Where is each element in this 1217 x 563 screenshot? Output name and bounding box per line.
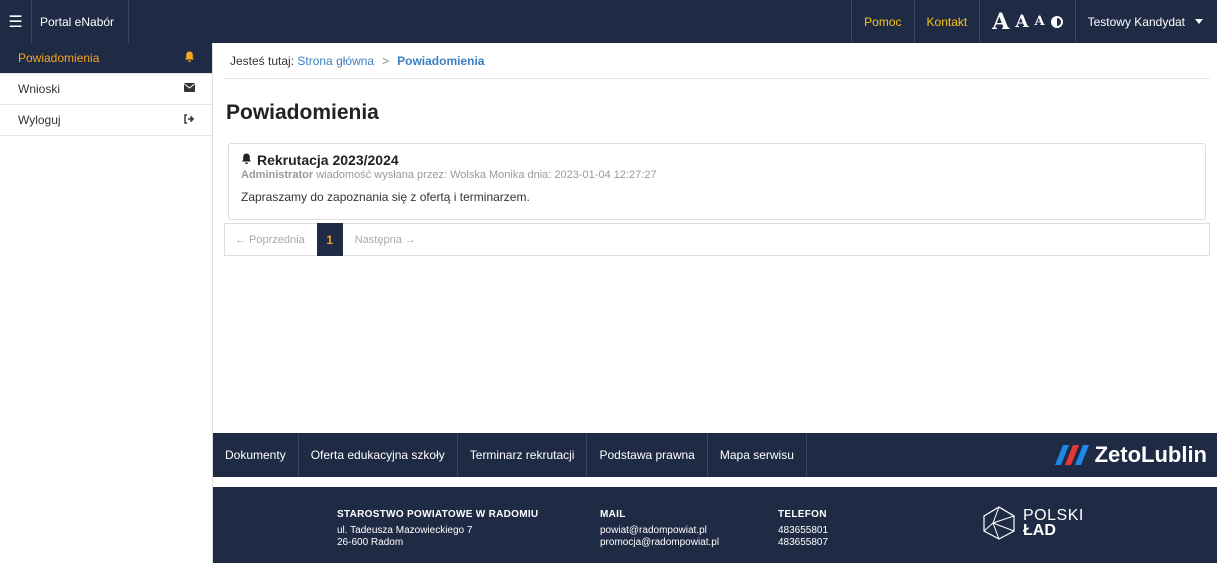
pagination-next-button[interactable]: Następna → <box>355 234 416 246</box>
user-name: Testowy Kandydat <box>1087 14 1185 29</box>
footer-mail-head: MAIL <box>600 509 626 520</box>
hamburger-menu-icon[interactable]: ☰ <box>0 0 32 43</box>
footer-info: STAROSTWO POWIATOWE W RADOMIU ul. Tadeus… <box>213 487 1217 563</box>
polski-lad-text: POLSKI ŁAD <box>1023 507 1084 539</box>
footer-mail-1[interactable]: powiat@radompowiat.pl <box>600 525 719 537</box>
footer-phone-column: TELEFON 483655801 483655807 <box>778 509 828 549</box>
footer-org-address1: ul. Tadeusza Mazowieckiego 7 <box>337 525 473 536</box>
polski-lad-top: POLSKI <box>1023 507 1084 524</box>
contact-link[interactable]: Kontakt <box>913 0 980 43</box>
help-link[interactable]: Pomoc <box>851 0 913 43</box>
sidebar-item-label: Powiadomienia <box>18 51 100 65</box>
footer-link-podstawa[interactable]: Podstawa prawna <box>587 433 708 477</box>
breadcrumb: Jesteś tutaj: Strona główna > Powiadomie… <box>224 43 1210 79</box>
footer-phone-2: 483655807 <box>778 537 829 548</box>
notification-card: Rekrutacja 2023/2024 Administrator wiado… <box>228 143 1206 220</box>
breadcrumb-home-link[interactable]: Strona główna <box>297 54 374 68</box>
brand-link[interactable]: Portal eNabór <box>32 0 130 43</box>
polski-lad-bottom: ŁAD <box>1023 522 1056 539</box>
bell-icon <box>241 152 252 168</box>
notification-title: Rekrutacja 2023/2024 <box>257 152 399 168</box>
zeto-logo-mark-icon <box>1054 445 1089 465</box>
footer-link-terminarz[interactable]: Terminarz rekrutacji <box>458 433 588 477</box>
footer-link-dokumenty[interactable]: Dokumenty <box>213 433 299 477</box>
accessibility-controls: A A A <box>979 0 1074 43</box>
footer-mail-column: MAIL powiat@radompowiat.pl promocja@rado… <box>600 509 719 549</box>
notification-title-row: Rekrutacja 2023/2024 <box>241 152 1193 168</box>
footer-org-column: STAROSTWO POWIATOWE W RADOMIU ul. Tadeus… <box>337 509 538 549</box>
sidebar: Powiadomienia Wnioski Wyloguj <box>0 43 213 563</box>
zeto-logo[interactable]: ZetoLublin <box>1054 442 1217 468</box>
footer-mail-2[interactable]: promocja@radompowiat.pl <box>600 537 719 549</box>
font-size-medium-button[interactable]: A <box>1015 12 1028 32</box>
breadcrumb-current[interactable]: Powiadomienia <box>397 54 484 68</box>
sidebar-item-powiadomienia[interactable]: Powiadomienia <box>0 43 212 74</box>
footer-phone-1: 483655801 <box>778 525 829 536</box>
zeto-logo-text: ZetoLublin <box>1094 442 1207 467</box>
pagination-prev-button[interactable]: ← Poprzednia <box>235 234 305 246</box>
font-size-small-button[interactable]: A <box>1035 14 1045 29</box>
footer-org-name: STAROSTWO POWIATOWE W RADOMIU <box>337 509 539 520</box>
sign-out-icon <box>182 113 196 127</box>
polski-lad-mark-icon <box>983 506 1016 540</box>
sidebar-item-label: Wyloguj <box>18 113 61 127</box>
footer-org-address2: 26-600 Radom <box>337 537 404 548</box>
top-navbar: ☰ Portal eNabór Pomoc Kontakt A A A Test… <box>0 0 1217 43</box>
caret-down-icon <box>1195 19 1203 24</box>
envelope-icon <box>182 83 196 95</box>
font-size-large-button[interactable]: A <box>992 9 1009 35</box>
page-title: Powiadomienia <box>226 101 379 124</box>
footer-phone-head: TELEFON <box>778 509 827 520</box>
footer-link-oferta[interactable]: Oferta edukacyjna szkoły <box>299 433 458 477</box>
notification-author-role: Administrator <box>241 169 314 181</box>
breadcrumb-prefix: Jesteś tutaj: <box>230 53 295 68</box>
notification-body: Zapraszamy do zapoznania się z ofertą i … <box>241 190 530 204</box>
pagination-current-page[interactable]: 1 <box>316 223 343 256</box>
polski-lad-logo: POLSKI ŁAD <box>981 505 1084 541</box>
footer-nav: Dokumenty Oferta edukacyjna szkoły Termi… <box>213 433 1217 477</box>
notification-meta: Administrator wiadomość wysłana przez: W… <box>241 169 1193 181</box>
sidebar-item-wyloguj[interactable]: Wyloguj <box>0 105 212 136</box>
sidebar-item-label: Wnioski <box>18 82 61 96</box>
main-content: Jesteś tutaj: Strona główna > Powiadomie… <box>224 43 1210 256</box>
breadcrumb-separator-icon: > <box>382 53 390 68</box>
footer-link-mapa[interactable]: Mapa serwisu <box>708 433 807 477</box>
bell-icon <box>182 51 196 66</box>
pagination: ← Poprzednia 1 Następna → <box>224 223 1210 256</box>
sidebar-item-wnioski[interactable]: Wnioski <box>0 74 212 105</box>
notification-meta-text: wiadomość wysłana przez: Wolska Monika d… <box>316 169 657 181</box>
user-menu[interactable]: Testowy Kandydat <box>1074 0 1217 43</box>
contrast-icon[interactable] <box>1050 15 1063 28</box>
